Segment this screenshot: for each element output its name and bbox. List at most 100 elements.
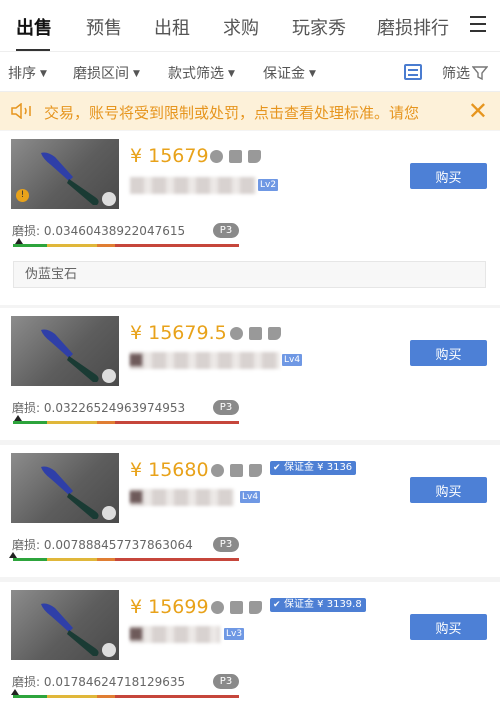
wear-range-dropdown[interactable]: 磨损区间 ▼ [73, 63, 140, 83]
tab-player-show[interactable]: 玩家秀 [292, 14, 346, 40]
buy-button[interactable]: 购买 [410, 614, 487, 640]
wear-range-label: 磨损区间 [73, 66, 129, 82]
tab-sell[interactable]: 出售 [16, 14, 52, 40]
seller-level-badge: Lv4 [282, 354, 303, 366]
wear-prefix: 磨损: [12, 224, 41, 238]
inspect-icon[interactable] [102, 643, 116, 657]
wear-marker [11, 689, 19, 695]
sort-dropdown[interactable]: 排序 ▼ [8, 63, 47, 83]
wear-number: 0.007888457737863064 [43, 538, 193, 552]
pattern-badge: P3 [213, 400, 239, 415]
inspect-icon[interactable] [102, 369, 116, 383]
wear-value: 磨损: 0.01784624718129635 [12, 673, 185, 690]
seller-avatar-blurred [130, 491, 142, 503]
item-meta-icons [211, 601, 262, 614]
inspect-icon[interactable] [102, 506, 116, 520]
notice-text: 交易，账号将受到限制或处罚，点击查看处理标准。请您 [44, 104, 420, 122]
listing-card[interactable]: ¥ 15679.5 Lv4 购买 磨损: 0.03226524963974953… [0, 308, 500, 440]
camera-icon[interactable] [229, 150, 242, 163]
seller-level-badge: Lv4 [240, 491, 261, 503]
tab-rent[interactable]: 出租 [154, 14, 190, 40]
tag-icon[interactable] [249, 601, 262, 614]
close-icon[interactable]: ✕ [468, 97, 488, 125]
wear-number: 0.03460438922047615 [43, 224, 186, 238]
item-thumbnail[interactable] [11, 590, 119, 660]
listing-card[interactable]: ! ¥ 15679 Lv2 购买 磨损: 0.03460438922047615… [0, 131, 500, 305]
wear-value: 磨损: 0.03460438922047615 [12, 222, 185, 239]
seller-name-blurred [130, 177, 256, 194]
wear-bar [13, 421, 239, 424]
funnel-icon[interactable] [472, 65, 488, 81]
item-meta-icons [210, 150, 261, 163]
seller-avatar-blurred [130, 628, 142, 640]
item-thumbnail[interactable] [11, 316, 119, 386]
tag-icon[interactable] [268, 327, 281, 340]
pattern-badge: P3 [213, 674, 239, 689]
sort-label: 排序 [8, 66, 36, 82]
item-meta-icons [211, 464, 262, 477]
chevron-down-icon: ▼ [40, 69, 47, 79]
wear-marker [15, 238, 23, 244]
camera-icon[interactable] [249, 327, 262, 340]
seller-name-blurred [130, 489, 234, 506]
wear-number: 0.01784624718129635 [43, 675, 186, 689]
wear-prefix: 磨损: [12, 401, 41, 415]
deposit-badge: 保证金 ¥ 3136 [270, 461, 357, 475]
tab-bar: 出售 预售 出租 求购 玩家秀 磨损排行 [0, 0, 500, 52]
pattern-badge: P3 [213, 537, 239, 552]
item-thumbnail[interactable] [11, 453, 119, 523]
inspect-icon[interactable] [102, 192, 116, 206]
tab-wear-ranking[interactable]: 磨损排行 [377, 14, 449, 40]
listing-card[interactable]: ¥ 15699 保证金 ¥ 3139.8 Lv3 购买 磨损: 0.017846… [0, 582, 500, 709]
style-filter-label: 款式筛选 [168, 66, 224, 82]
buy-button[interactable]: 购买 [410, 477, 487, 503]
style-filter-dropdown[interactable]: 款式筛选 ▼ [168, 63, 235, 83]
seller-avatar-blurred [130, 354, 142, 366]
wear-number: 0.03226524963974953 [43, 401, 186, 415]
buy-button[interactable]: 购买 [410, 163, 487, 189]
wear-value: 磨损: 0.007888457737863064 [12, 536, 193, 553]
wear-bar [13, 558, 239, 561]
item-thumbnail[interactable]: ! [11, 139, 119, 209]
price: ¥ 15679 [130, 145, 209, 167]
wear-value: 磨损: 0.03226524963974953 [12, 399, 185, 416]
camera-icon[interactable] [230, 464, 243, 477]
price: ¥ 15699 [130, 596, 209, 618]
list-view-icon[interactable] [404, 64, 422, 80]
tab-presale[interactable]: 预售 [86, 14, 122, 40]
tag-icon[interactable] [249, 464, 262, 477]
listing-card[interactable]: ¥ 15680 保证金 ¥ 3136 Lv4 购买 磨损: 0.00788845… [0, 445, 500, 577]
seller-name-blurred [130, 626, 220, 643]
tag-icon[interactable] [248, 150, 261, 163]
seller-level-badge: Lv3 [224, 628, 245, 640]
item-meta-icons [230, 327, 281, 340]
notice-banner[interactable]: 交易，账号将受到限制或处罚，点击查看处理标准。请您 ✕ [0, 92, 500, 130]
wear-prefix: 磨损: [12, 538, 41, 552]
menu-icon[interactable] [470, 16, 486, 32]
deposit-dropdown[interactable]: 保证金 ▼ [263, 63, 316, 83]
wear-marker [14, 415, 22, 421]
active-tab-indicator [16, 49, 50, 51]
inspect-3d-icon[interactable] [211, 464, 224, 477]
sticker-tag: 伪蓝宝石 [13, 261, 486, 288]
inspect-3d-icon[interactable] [230, 327, 243, 340]
chevron-down-icon: ▼ [228, 69, 235, 79]
chevron-down-icon: ▼ [309, 69, 316, 79]
pattern-badge: P3 [213, 223, 239, 238]
camera-icon[interactable] [230, 601, 243, 614]
wear-prefix: 磨损: [12, 675, 41, 689]
seller-name-blurred [130, 352, 280, 369]
tab-buy-request[interactable]: 求购 [223, 14, 259, 40]
filter-button[interactable]: 筛选 [442, 63, 470, 83]
speaker-icon [11, 103, 31, 119]
warning-icon: ! [16, 189, 29, 202]
inspect-3d-icon[interactable] [210, 150, 223, 163]
deposit-label: 保证金 [263, 66, 305, 82]
price: ¥ 15680 [130, 459, 209, 481]
buy-button[interactable]: 购买 [410, 340, 487, 366]
wear-bar [13, 695, 239, 698]
wear-bar [13, 244, 239, 247]
price: ¥ 15679.5 [130, 322, 227, 344]
inspect-3d-icon[interactable] [211, 601, 224, 614]
deposit-badge: 保证金 ¥ 3139.8 [270, 598, 366, 612]
